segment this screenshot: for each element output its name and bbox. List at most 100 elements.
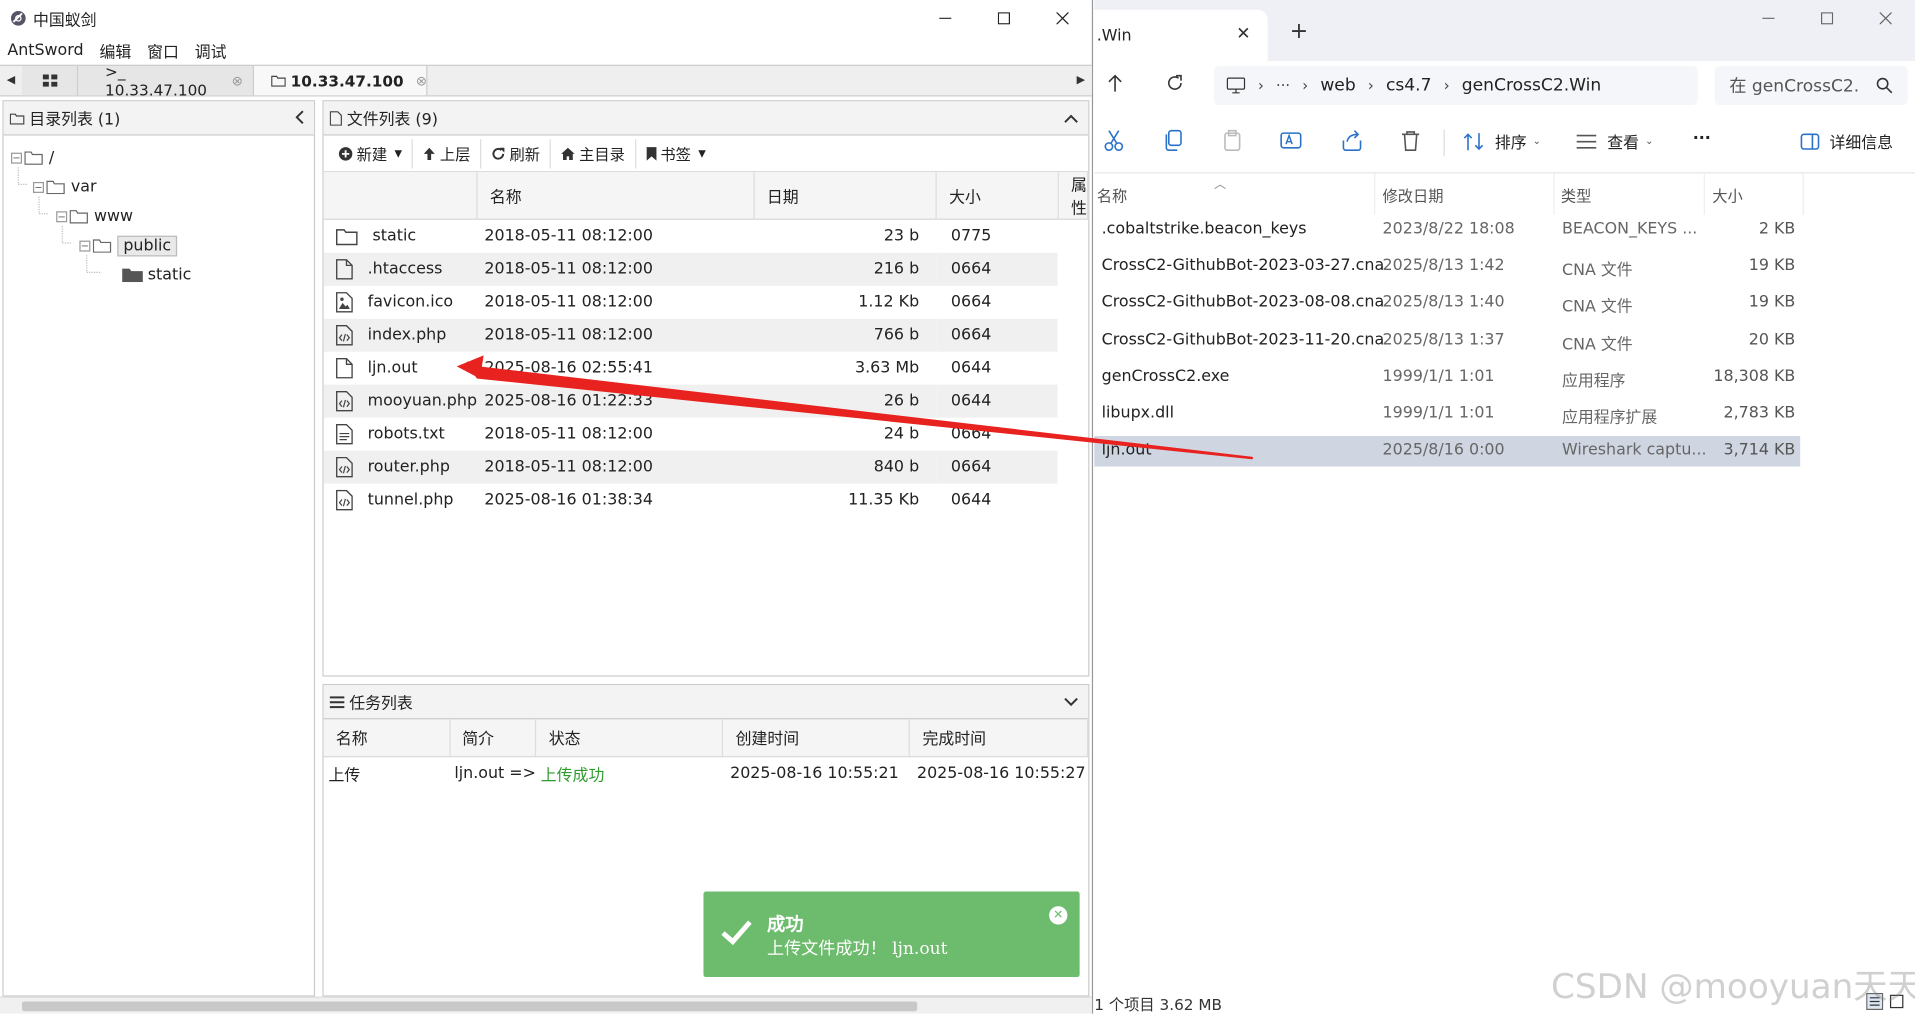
new-button[interactable]: 新建 ▼ (329, 138, 414, 168)
task-row[interactable]: 上传 ljn.out => 上传成功 2025-08-16 10:55:21 2… (324, 756, 1088, 790)
share-icon[interactable] (1341, 129, 1363, 152)
column-date[interactable]: 日期 (754, 172, 937, 220)
paste-icon[interactable] (1223, 129, 1243, 152)
task-column-created[interactable]: 创建时间 (722, 719, 911, 757)
file-row[interactable]: router.php 2018-05-11 08:12:00 840 b 0664 (323, 450, 1088, 484)
collapse-icon[interactable]: − (79, 239, 91, 251)
explorer-minimize-button[interactable] (1739, 0, 1798, 37)
explorer-file-row[interactable]: CrossC2-GithubBot-2023-03-27.cna 2025/8/1… (1094, 252, 1800, 283)
view-button[interactable]: 查看 ⌄ (1575, 129, 1653, 153)
tab-terminal-close-icon[interactable]: ⊗ (232, 73, 243, 89)
path-segment-cs47[interactable]: cs4.7 (1386, 76, 1432, 96)
menu-antsword[interactable]: AntSword (7, 42, 83, 60)
tree-node-var[interactable]: − var (32, 175, 97, 199)
file-row[interactable]: mooyuan.php 2025-08-16 01:22:33 26 b 0644 (323, 384, 1088, 418)
task-panel-title: 任务列表 (349, 694, 413, 714)
column-size[interactable]: 大小 (936, 172, 1059, 220)
collapse-left-icon[interactable] (294, 110, 304, 130)
more-path-icon[interactable]: ··· (1276, 77, 1290, 94)
tree-node-root[interactable]: − / (10, 145, 54, 169)
explorer-tab[interactable]: .Win ✕ (1094, 9, 1268, 62)
menu-debug[interactable]: 调试 (195, 39, 227, 62)
collapse-icon[interactable]: − (56, 210, 68, 222)
tab-file-manager[interactable]: 10.33.47.100 ⊗ (254, 65, 428, 96)
explorer-tab-close-icon[interactable]: ✕ (1236, 24, 1250, 44)
toast-title: 成功 (766, 913, 804, 936)
refresh-icon[interactable] (1165, 73, 1185, 97)
explorer-file-row[interactable]: ljn.out 2025/8/16 0:00 Wireshark captu... 3… (1094, 436, 1801, 467)
file-row[interactable]: favicon.ico 2018-05-11 08:12:00 1.12 Kb 066… (324, 286, 1088, 319)
path-segment-web[interactable]: web (1320, 76, 1355, 96)
antsword-titlebar: 中国蚁剑 (0, 0, 1092, 37)
explorer-column-date[interactable]: 修改日期 (1383, 183, 1444, 206)
new-tab-icon[interactable]: + (1290, 18, 1308, 44)
command-bar: 排序 ⌄ 查看 ⌄ ··· 详细信息 (1094, 110, 1915, 174)
file-row[interactable]: .htaccess 2018-05-11 08:12:00 216 b 0664 (323, 252, 1088, 286)
file-size: 3.63 Mb (854, 359, 920, 378)
tab-scroll-left[interactable]: ◀ (0, 66, 22, 95)
column-perm[interactable]: 属性 (1058, 172, 1089, 220)
menu-window[interactable]: 窗口 (147, 39, 179, 62)
tab-terminal[interactable]: >_ 10.33.47.100 ⊗ (78, 62, 255, 99)
bookmark-button[interactable]: 书签 ▼ (636, 139, 716, 168)
explorer-file-type: 应用程序扩展 (1562, 409, 1658, 428)
search-box[interactable]: 在 genCrossC2. (1714, 65, 1908, 106)
close-button[interactable] (1033, 0, 1092, 37)
task-column-name[interactable]: 名称 (323, 719, 451, 757)
path-segment-current[interactable]: genCrossC2.Win (1462, 76, 1601, 96)
rename-icon[interactable] (1280, 129, 1302, 151)
toast-close-icon[interactable]: ✕ (1049, 906, 1068, 925)
explorer-file-row[interactable]: libupx.dll 1999/1/1 1:01 应用程序扩展 2,783 KB (1094, 399, 1800, 430)
explorer-column-type[interactable]: 类型 (1561, 183, 1592, 206)
details-button[interactable]: 详细信息 (1800, 129, 1893, 153)
explorer-maximize-button[interactable] (1798, 0, 1857, 37)
collapse-up-icon[interactable] (1064, 110, 1079, 128)
tree-node-www[interactable]: − www (56, 204, 133, 228)
file-row[interactable]: tunnel.php 2025-08-16 01:38:34 11.35 Kb 064… (324, 484, 1088, 517)
explorer-file-row[interactable]: CrossC2-GithubBot-2023-11-20.cna 2025/8/1… (1094, 326, 1800, 357)
file-perm: 0775 (950, 227, 992, 246)
file-date: 2025-08-16 01:38:34 (484, 490, 653, 510)
explorer-file-row[interactable]: genCrossC2.exe 1999/1/1 1:01 应用程序 18,308 KB (1094, 362, 1800, 393)
tree-node-public[interactable]: − public (79, 233, 178, 257)
tab-file-manager-close-icon[interactable]: ⊗ (416, 73, 427, 89)
file-row[interactable]: robots.txt 2018-05-11 08:12:00 24 b 0664 (324, 418, 1088, 451)
task-column-status[interactable]: 状态 (535, 719, 724, 757)
explorer-column-size[interactable]: 大小 (1712, 183, 1743, 206)
collapse-down-icon[interactable] (1064, 694, 1079, 712)
explorer-column-name[interactable]: 名称 (1097, 183, 1128, 206)
refresh-button[interactable]: 刷新 (481, 138, 552, 168)
chevron-right-icon: › (1443, 76, 1450, 95)
scrollbar-thumb[interactable] (21, 1001, 918, 1012)
tab-scroll-right[interactable]: ▶ (1070, 66, 1092, 95)
address-bar[interactable]: › ··· › web › cs4.7 › genCrossC2.Win (1213, 65, 1698, 106)
antsword-logo-icon (10, 10, 27, 27)
explorer-close-button[interactable] (1856, 0, 1915, 37)
minimize-button[interactable] (916, 0, 975, 37)
up-arrow-icon[interactable] (1106, 73, 1123, 97)
collapse-icon[interactable]: − (32, 181, 44, 193)
tree-node-static[interactable]: static (122, 263, 191, 287)
collapse-icon[interactable]: − (10, 152, 22, 164)
file-row[interactable]: static 2018-05-11 08:12:00 23 b 0775 (324, 219, 1088, 253)
file-row[interactable]: index.php 2018-05-11 08:12:00 766 b 0664 (323, 318, 1088, 352)
explorer-file-row[interactable]: CrossC2-GithubBot-2023-08-08.cna 2025/8/1… (1094, 289, 1800, 320)
explorer-file-date: 1999/1/1 1:01 (1382, 404, 1495, 423)
maximize-button[interactable] (975, 0, 1034, 37)
file-row[interactable]: ljn.out 2025-08-16 02:55:41 3.63 Mb 0644 (324, 352, 1088, 385)
more-options-icon[interactable]: ··· (1693, 129, 1711, 147)
delete-icon[interactable] (1401, 129, 1421, 152)
task-column-finished[interactable]: 完成时间 (909, 719, 1089, 757)
menu-edit[interactable]: 编辑 (99, 39, 131, 62)
home-button[interactable]: 主目录 (551, 138, 636, 168)
explorer-file-name: CrossC2-GithubBot-2023-11-20.cna (1101, 330, 1385, 349)
cut-icon[interactable] (1104, 129, 1124, 152)
explorer-file-row[interactable]: .cobaltstrike.beacon_keys 2023/8/22 18:08… (1094, 215, 1800, 246)
up-button[interactable]: 上层 (413, 138, 482, 168)
column-name[interactable]: 名称 (477, 172, 755, 220)
copy-icon[interactable] (1163, 129, 1183, 152)
horizontal-scrollbar[interactable] (0, 996, 1092, 1014)
sort-button[interactable]: 排序 ⌄ (1463, 129, 1541, 153)
tab-home[interactable] (21, 65, 79, 96)
task-column-desc[interactable]: 简介 (449, 719, 537, 757)
